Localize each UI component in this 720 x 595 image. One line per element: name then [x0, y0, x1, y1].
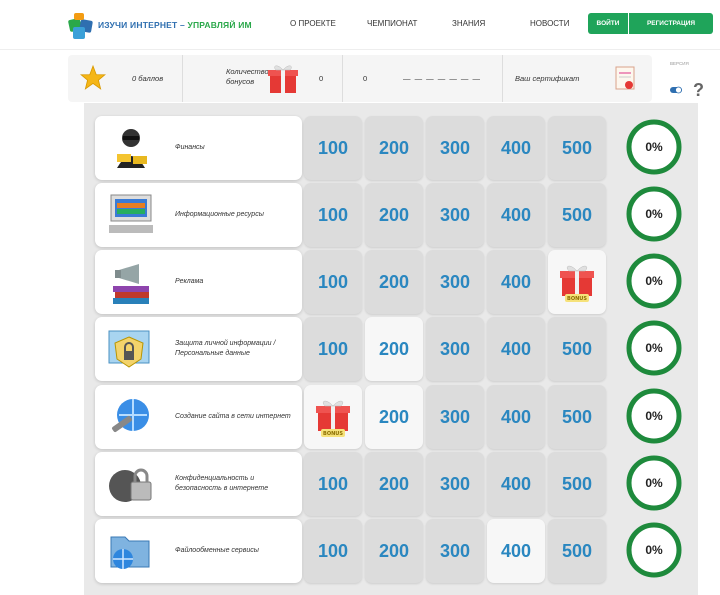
progress-ring: 0%: [624, 386, 684, 446]
site-header: ИЗУЧИ ИНТЕРНЕТ – УПРАВЛЯЙ ИМ О ПРОЕКТЕ Ч…: [0, 0, 720, 50]
category-card[interactable]: Файлообменные сервисы: [95, 519, 302, 583]
board-row: Файлообменные сервисы 100 200 300 400 500 0%: [84, 506, 698, 583]
rank-dashes: — — — — — — —: [403, 74, 482, 83]
logo-title-part-2: УПРАВЛЯЙ ИМ: [187, 20, 252, 30]
bonus-gift-icon: BONUS: [316, 400, 350, 437]
question-tile[interactable]: 400: [487, 519, 545, 583]
board-row: Финансы 100 200 300 400 500 0%: [84, 103, 698, 180]
progress-ring: 0%: [624, 117, 684, 177]
progress-percent: 0%: [645, 140, 663, 154]
folder-globe-icon: [110, 536, 150, 569]
logo-icon[interactable]: [66, 11, 96, 41]
gift-icon: [268, 65, 298, 93]
nav-news[interactable]: НОВОСТИ: [530, 19, 569, 28]
star-icon: [80, 65, 106, 90]
progress-percent: 0%: [645, 207, 663, 221]
logo-title-part-1: ИЗУЧИ ИНТЕРНЕТ –: [98, 20, 188, 30]
points-text: 0 баллов: [132, 74, 164, 83]
progress-ring: 0%: [624, 318, 684, 378]
shield-lock-icon: [108, 330, 150, 368]
certificate-label: Ваш сертификат: [515, 74, 580, 83]
nav-knowledge[interactable]: ЗНАНИЯ: [452, 19, 485, 28]
toggle-switch[interactable]: [670, 86, 682, 94]
bonus-value: 0: [319, 74, 324, 83]
stats-bonus-cell: Количество бонусов 0: [183, 55, 343, 102]
question-tile[interactable]: 300: [426, 519, 484, 583]
question-tile[interactable]: 200: [365, 519, 423, 583]
progress-ring: 0%: [624, 453, 684, 513]
stats-certificate-cell: Ваш сертификат: [503, 55, 652, 102]
board-row: Конфиденциальность и безопасность в инте…: [84, 439, 698, 516]
register-button[interactable]: РЕГИСТРАЦИЯ: [629, 13, 713, 34]
board-row: Создание сайта в сети интернетBONUSBONUS…: [84, 372, 698, 449]
progress-ring: 0%: [624, 251, 684, 311]
svg-text:BONUS: BONUS: [567, 296, 587, 302]
stats-rank-cell: 0 — — — — — — —: [343, 55, 503, 102]
stats-points-cell: 0 баллов: [68, 55, 183, 102]
progress-percent: 0%: [645, 341, 663, 355]
board-row: Защита личной информации / Персональные …: [84, 304, 698, 381]
board-row: Информационные ресурсы 100 200 300 400 500 0%: [84, 170, 698, 247]
progress-ring: 0%: [624, 184, 684, 244]
stats-bar: 0 баллов Количество бонусов 0 0 — — — — …: [68, 55, 652, 102]
rank-value: 0: [363, 74, 368, 83]
megaphone-books-icon: [113, 264, 149, 304]
bonus-gift-icon: BONUS: [560, 265, 594, 302]
progress-percent: 0%: [645, 274, 663, 288]
svg-text:BONUS: BONUS: [323, 431, 343, 437]
progress-percent: 0%: [645, 476, 663, 490]
hacker-icon: [117, 129, 147, 168]
category-label: Файлообменные сервисы: [175, 547, 259, 554]
progress-percent: 0%: [645, 409, 663, 423]
progress-percent: 0%: [645, 543, 663, 557]
padlock-ball-icon: [109, 468, 152, 502]
question-tile[interactable]: 500: [548, 519, 606, 583]
certificate-icon[interactable]: [613, 65, 637, 93]
board-row: Реклама100200300400BONUSBONUS0%: [84, 237, 698, 314]
progress-ring: 0%: [624, 520, 684, 580]
login-button[interactable]: ВОЙТИ: [588, 13, 628, 34]
nav-about[interactable]: О ПРОЕКТЕ: [290, 19, 336, 28]
question-tile[interactable]: 100: [304, 519, 362, 583]
nav-championship[interactable]: ЧЕМПИОНАТ: [367, 19, 417, 28]
page: ИЗУЧИ ИНТЕРНЕТ – УПРАВЛЯЙ ИМ О ПРОЕКТЕ Ч…: [0, 0, 720, 595]
globe-wrench-icon: [112, 399, 149, 432]
help-icon[interactable]: ?: [693, 80, 704, 101]
logo-title[interactable]: ИЗУЧИ ИНТЕРНЕТ – УПРАВЛЯЙ ИМ: [98, 20, 252, 30]
books-computer-icon: [109, 194, 153, 233]
version-label: ВЕРСИЯ: [670, 61, 689, 66]
